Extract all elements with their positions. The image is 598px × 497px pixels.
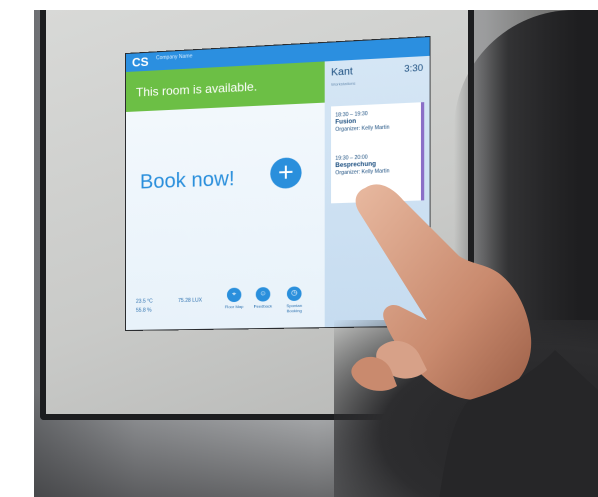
spontan-booking-icon[interactable]: ◷: [286, 286, 302, 302]
spontan-booking-button-label: Spontan Booking: [286, 302, 303, 314]
feedback-icon[interactable]: ☺: [255, 287, 271, 302]
light-value: 75.28 LUX: [178, 297, 203, 305]
hand-pointing: [351, 184, 598, 497]
company-logo: CS: [131, 54, 149, 70]
photo-scene: CS Company Name This room is available. …: [34, 10, 598, 497]
availability-text: This room is available.: [135, 79, 258, 100]
environment-stats: 23.5 °C 55.8 %: [136, 297, 153, 315]
event-organizer: Organizer: Kelly Martin: [335, 124, 390, 134]
company-name: Company Name: [155, 53, 193, 62]
book-now-plus-button[interactable]: +: [270, 156, 302, 189]
floor-map-icon[interactable]: ⌖: [226, 287, 242, 303]
agenda-item[interactable]: 18:30 – 19:30 Fusion Organizer: Kelly Ma…: [335, 110, 389, 134]
feedback-button-label: Feedback: [253, 303, 273, 309]
book-now-label[interactable]: Book now!: [140, 168, 235, 195]
light-stats: 75.28 LUX: [178, 297, 202, 307]
humidity-value: 55.8 %: [135, 307, 152, 314]
event-time: 18:30 – 19:30: [335, 110, 368, 119]
temperature-value: 23.5 °C: [135, 298, 153, 305]
current-time: 3:30: [404, 62, 424, 74]
floor-map-button-label: Floor Map: [224, 303, 244, 310]
room-subtitle: Workstations: [331, 80, 356, 87]
availability-panel: This room is available. Book now! + 23.5…: [126, 61, 325, 330]
event-title: Fusion: [335, 118, 357, 126]
room-name: Kant: [331, 66, 353, 79]
